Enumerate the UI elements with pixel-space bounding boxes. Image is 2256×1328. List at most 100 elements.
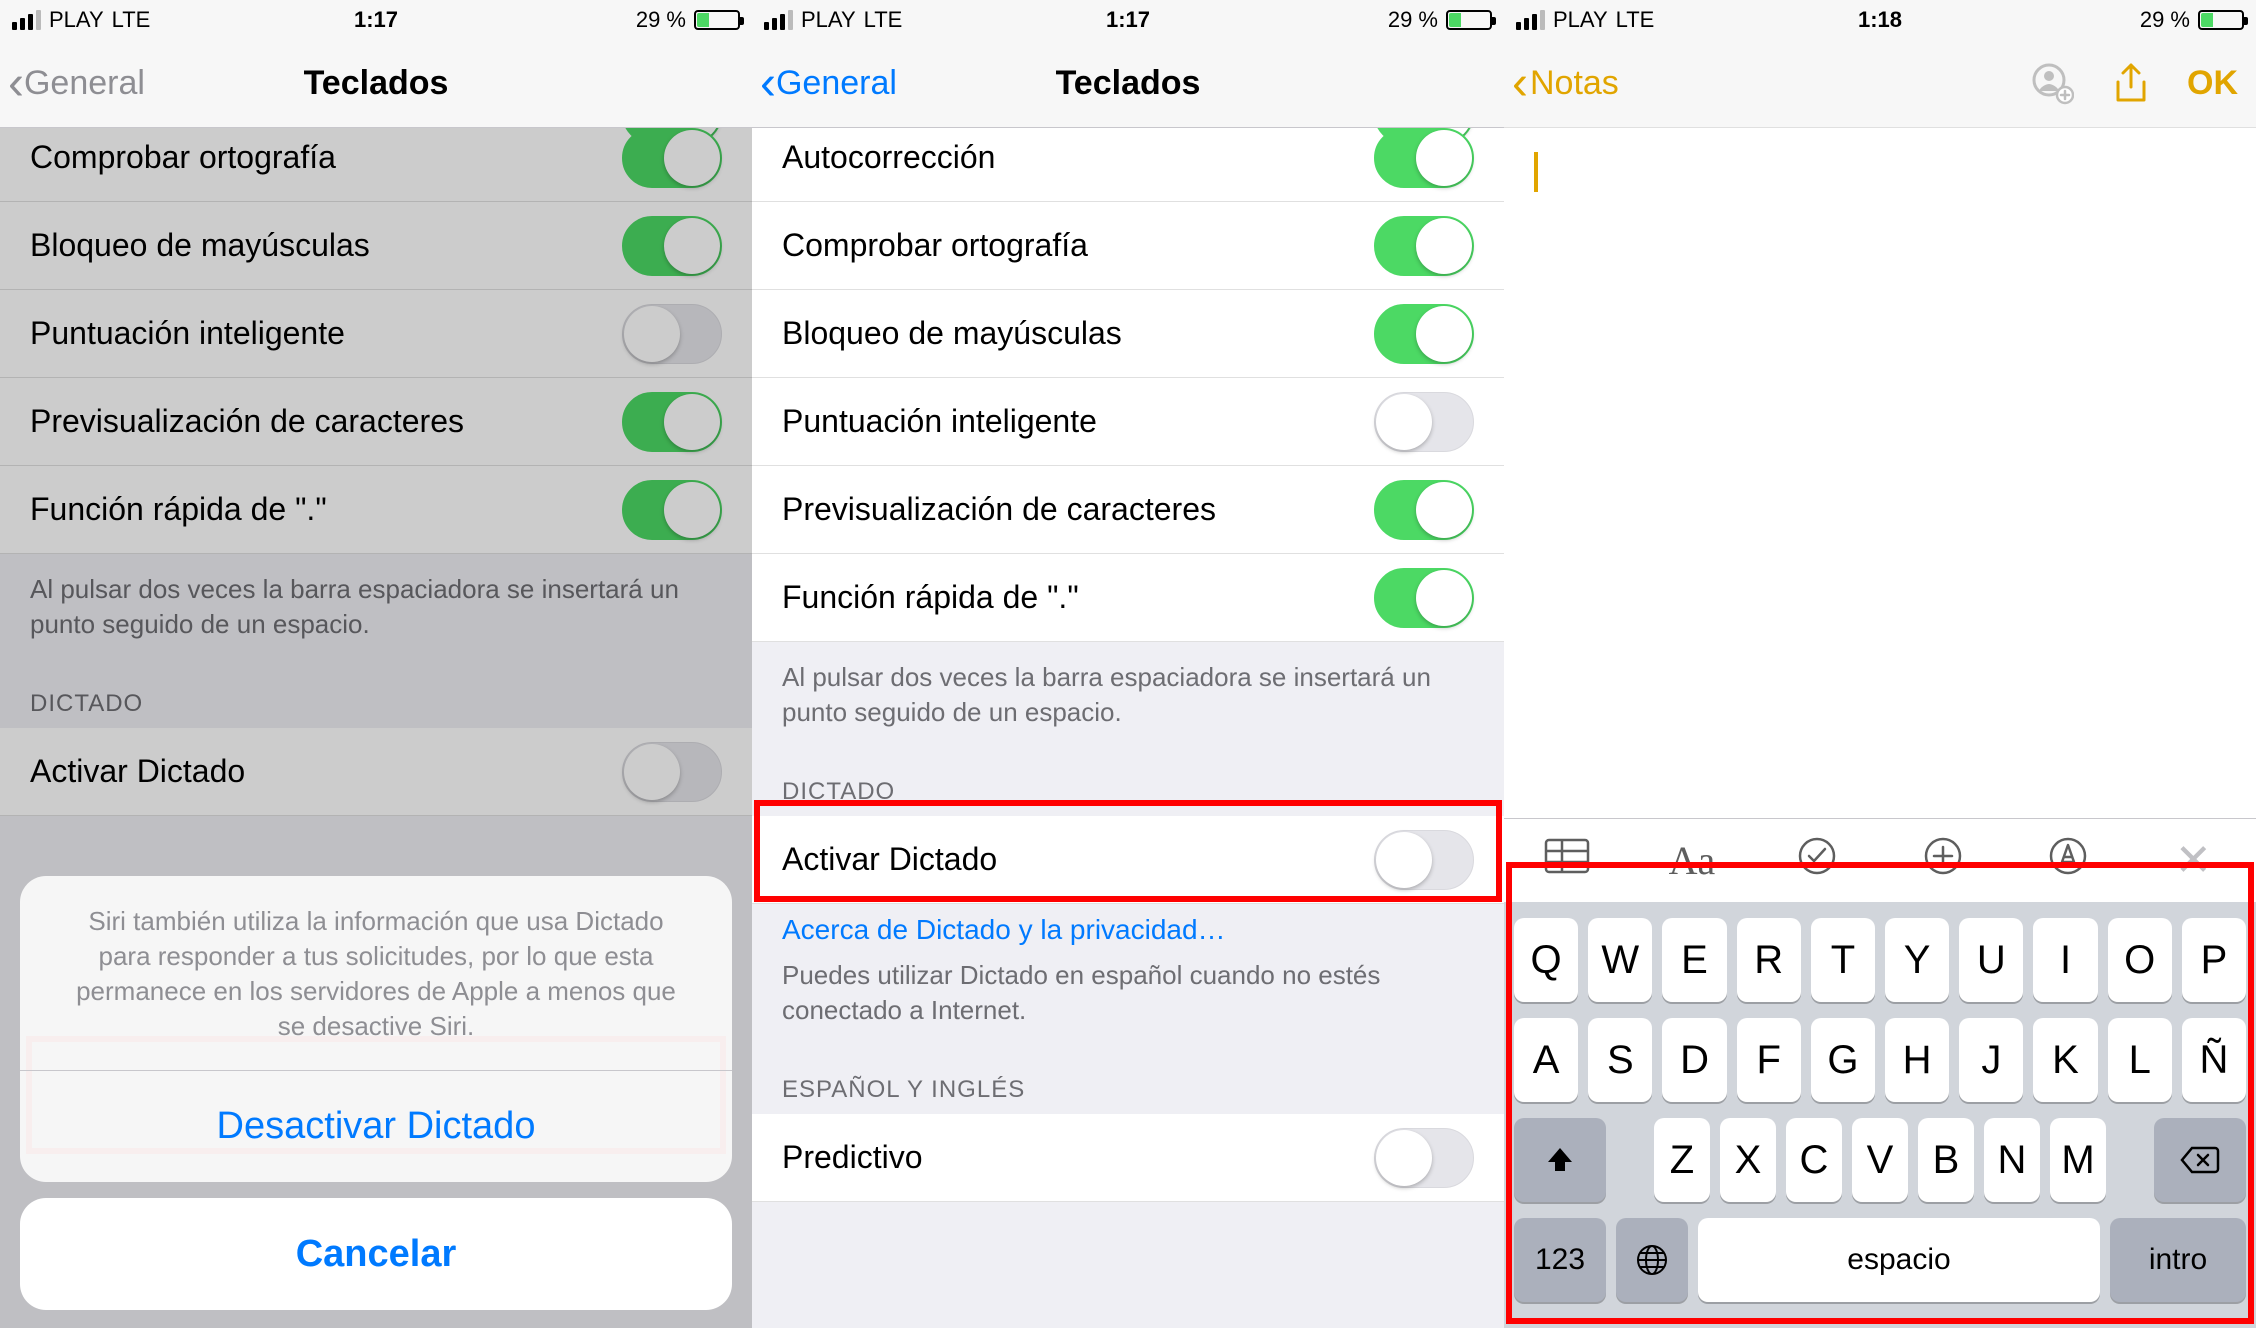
page-title: Teclados [752,64,1504,103]
checklist-icon[interactable] [1755,836,1880,886]
dictation-privacy-link[interactable]: Acerca de Dictado y la privacidad… [752,904,1504,952]
text-style-button[interactable]: Aa [1629,837,1754,884]
action-sheet: Siri también utiliza la información que … [20,876,732,1310]
toggle[interactable] [1374,568,1474,628]
nav-bar: ‹ General Teclados [0,40,752,128]
add-attachment-icon[interactable] [1880,836,2005,886]
sheet-cancel-button[interactable]: Cancelar [20,1198,732,1310]
clock: 1:17 [752,7,1504,33]
clock: 1:18 [1504,7,2256,33]
row-label: Puntuación inteligente [782,403,1374,440]
back-button[interactable]: ‹ Notas [1504,56,1619,111]
globe-key[interactable] [1616,1218,1688,1302]
clock: 1:17 [0,7,752,33]
toggle[interactable] [622,216,722,276]
row-label: Activar Dictado [30,753,622,790]
key-s[interactable]: S [1588,1018,1652,1102]
row-label: Previsualización de caracteres [30,403,622,440]
chevron-left-icon: ‹ [1512,56,1528,111]
row-enable-dictation: Activar Dictado [0,728,752,816]
row-char-preview: Previsualización de caracteres [0,378,752,466]
toggle[interactable] [622,480,722,540]
key-enye[interactable]: Ñ [2182,1018,2246,1102]
row-label: Autocorrección [782,139,1374,176]
sheet-disable-dictation-button[interactable]: Desactivar Dictado [20,1070,732,1182]
key-b[interactable]: B [1918,1118,1974,1202]
toggle[interactable] [1374,1128,1474,1188]
row-period-shortcut: Función rápida de "." [752,554,1504,642]
row-label: Previsualización de caracteres [782,491,1374,528]
key-r[interactable]: R [1737,918,1801,1002]
note-editor[interactable] [1504,128,2256,818]
key-h[interactable]: H [1885,1018,1949,1102]
toggle[interactable] [1374,216,1474,276]
sheet-message: Siri también utiliza la información que … [20,876,732,1070]
add-people-icon[interactable] [2031,62,2075,106]
return-key[interactable]: intro [2110,1218,2246,1302]
keyboard-row-3: Z X C V B N M [1514,1118,2246,1202]
key-w[interactable]: W [1588,918,1652,1002]
toggle[interactable] [1374,128,1474,188]
key-o[interactable]: O [2108,918,2172,1002]
key-f[interactable]: F [1737,1018,1801,1102]
battery-icon [2198,10,2244,30]
battery-icon [694,10,740,30]
formatting-toolbar: Aa ✕ [1504,818,2256,902]
key-n[interactable]: N [1984,1118,2040,1202]
shift-key[interactable] [1514,1118,1606,1202]
key-p[interactable]: P [2182,918,2246,1002]
toggle[interactable] [622,304,722,364]
row-smart-punctuation: Puntuación inteligente [0,290,752,378]
numeric-key[interactable]: 123 [1514,1218,1606,1302]
key-c[interactable]: C [1786,1118,1842,1202]
key-y[interactable]: Y [1885,918,1949,1002]
key-m[interactable]: M [2050,1118,2106,1202]
close-toolbar-icon[interactable]: ✕ [2131,835,2256,886]
row-predictive: Predictivo [752,1114,1504,1202]
row-caps-lock: Bloqueo de mayúsculas [752,290,1504,378]
key-x[interactable]: X [1720,1118,1776,1202]
key-a[interactable]: A [1514,1018,1578,1102]
table-icon[interactable] [1504,838,1629,884]
keyboard-row-4: 123 espacio intro [1514,1218,2246,1302]
toggle[interactable] [1374,830,1474,890]
toggle[interactable] [1374,392,1474,452]
toggle[interactable] [1374,304,1474,364]
toggle[interactable] [1374,480,1474,540]
keyboard: Q W E R T Y U I O P A S D F G H J K L [1504,902,2256,1328]
markup-icon[interactable] [2005,836,2130,886]
row-label: Puntuación inteligente [30,315,622,352]
key-e[interactable]: E [1662,918,1726,1002]
key-k[interactable]: K [2033,1018,2097,1102]
key-v[interactable]: V [1852,1118,1908,1202]
toggle[interactable] [622,742,722,802]
done-button[interactable]: OK [2187,64,2238,103]
nav-bar: ‹ Notas OK [1504,40,2256,128]
footer-note: Al pulsar dos veces la barra espaciadora… [0,554,752,660]
toggle[interactable] [622,392,722,452]
key-q[interactable]: Q [1514,918,1578,1002]
key-g[interactable]: G [1811,1018,1875,1102]
toggle[interactable] [622,128,722,188]
key-l[interactable]: L [2108,1018,2172,1102]
key-j[interactable]: J [1959,1018,2023,1102]
key-z[interactable]: Z [1654,1118,1710,1202]
row-label: Activar Dictado [782,841,1374,878]
key-d[interactable]: D [1662,1018,1726,1102]
row-label: Función rápida de "." [30,491,622,528]
space-key[interactable]: espacio [1698,1218,2100,1302]
backspace-key[interactable] [2154,1118,2246,1202]
row-autocorrection: Autocorrección [752,128,1504,202]
key-i[interactable]: I [2033,918,2097,1002]
share-icon[interactable] [2109,62,2153,106]
battery-icon [1446,10,1492,30]
footer-note: Al pulsar dos veces la barra espaciadora… [752,642,1504,748]
row-smart-punctuation: Puntuación inteligente [752,378,1504,466]
row-label: Función rápida de "." [782,579,1374,616]
key-t[interactable]: T [1811,918,1875,1002]
section-header-languages: ESPAÑOL Y INGLÉS [752,1046,1504,1114]
key-u[interactable]: U [1959,918,2023,1002]
text-cursor [1534,152,1538,192]
row-char-preview: Previsualización de caracteres [752,466,1504,554]
status-bar: PLAY LTE 1:18 29 % [1504,0,2256,40]
